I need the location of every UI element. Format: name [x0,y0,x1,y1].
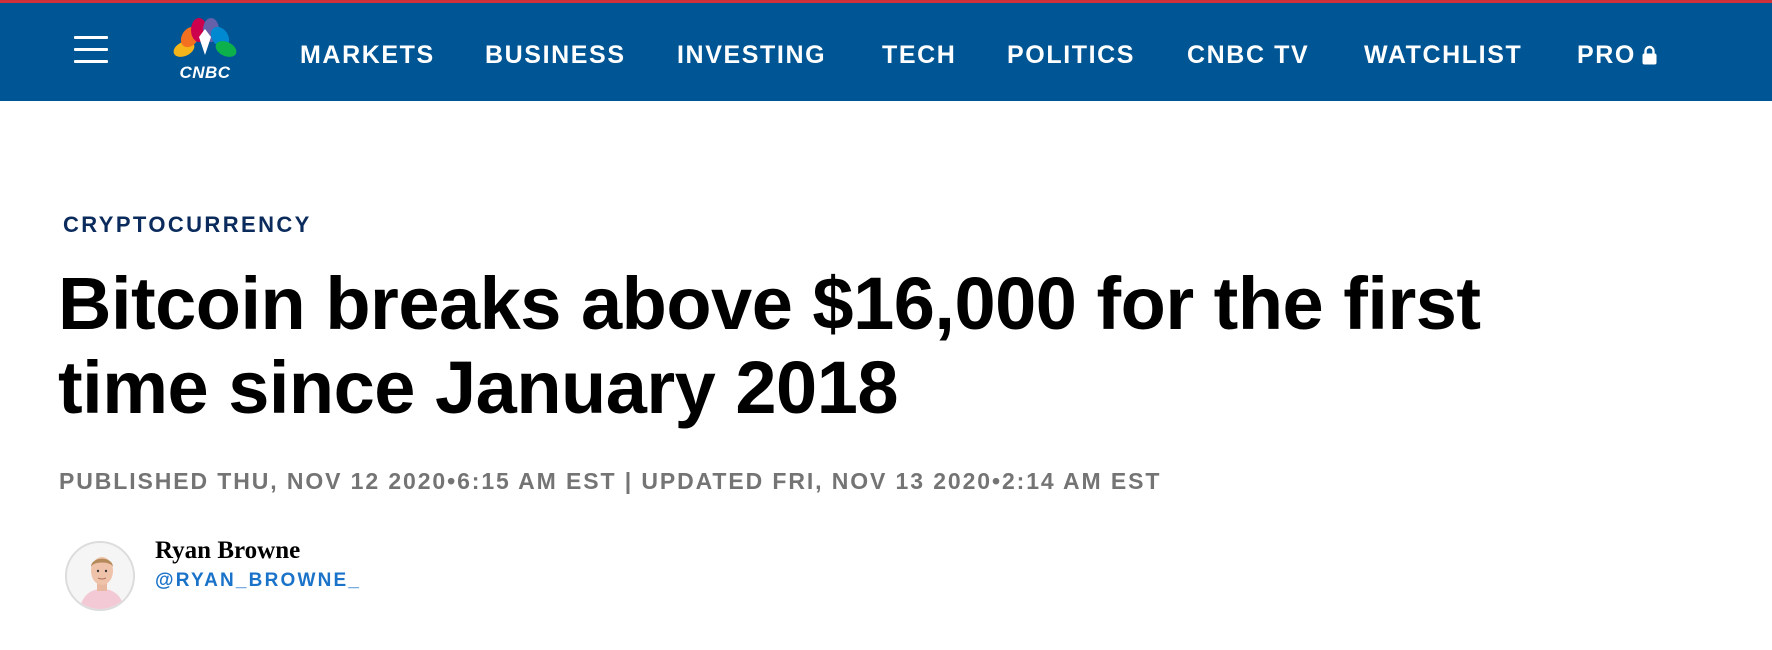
peacock-icon [173,18,237,57]
nav-item-tech[interactable]: TECH [882,41,956,70]
nav-item-markets[interactable]: MARKETS [300,41,435,70]
hamburger-menu-icon[interactable] [74,36,108,64]
cnbc-logo[interactable]: CNBC [162,13,248,85]
nav-item-cnbc-tv[interactable]: CNBC TV [1187,41,1309,70]
nav-item-politics[interactable]: POLITICS [1007,41,1135,70]
headline-line-2: time since January 2018 [58,346,899,429]
nav-item-watchlist[interactable]: WATCHLIST [1364,41,1522,70]
nav-item-business[interactable]: BUSINESS [485,41,626,70]
author-name[interactable]: Ryan Browne [155,537,300,565]
author-twitter-handle[interactable]: @RYAN_BROWNE_ [155,570,361,592]
section-label[interactable]: CRYPTOCURRENCY [63,212,312,238]
author-avatar[interactable] [65,541,135,611]
nav-item-pro: PRO [1577,41,1636,69]
article-headline: Bitcoin breaks above $16,000 for the fir… [58,262,1718,430]
author-photo [67,543,133,609]
headline-line-1: Bitcoin breaks above $16,000 for the fir… [58,262,1481,345]
nav-item-pro-wrap[interactable]: PRO [1577,41,1657,70]
lock-icon [1642,43,1657,65]
logo-wordmark: CNBC [179,63,231,82]
nav-item-investing[interactable]: INVESTING [677,41,826,70]
article-timestamps: PUBLISHED THU, NOV 12 2020•6:15 AM EST |… [59,468,1162,494]
top-nav-bar: CNBC MARKETS BUSINESS INVESTING TECH POL… [0,0,1772,101]
